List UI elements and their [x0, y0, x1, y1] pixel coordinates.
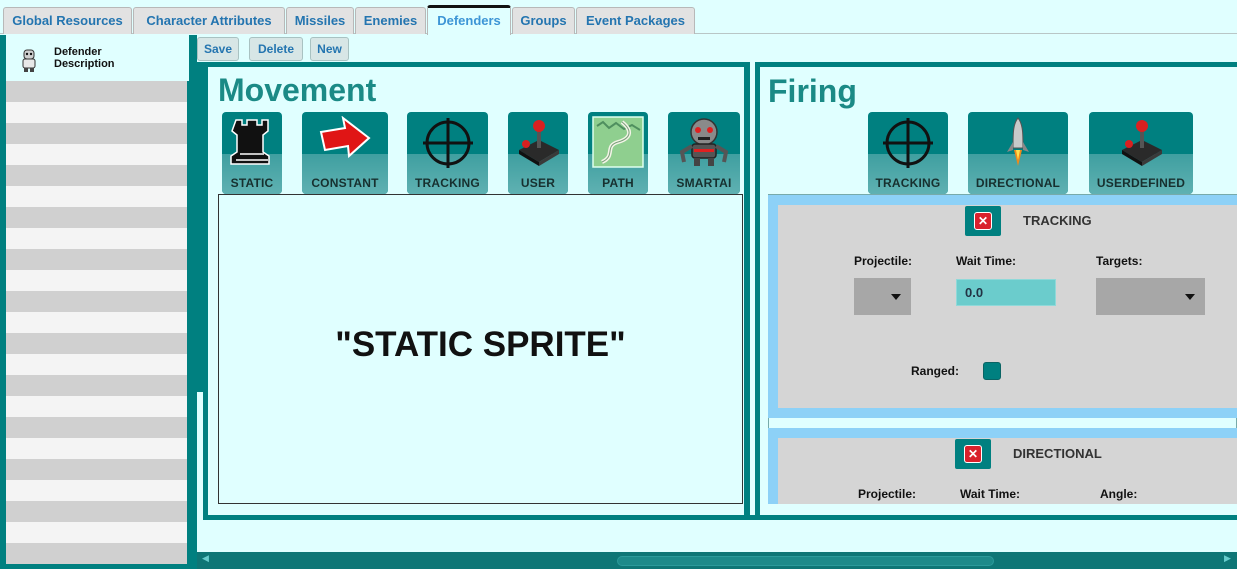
firing-title: Firing: [768, 73, 857, 109]
movement-tracking-button[interactable]: TRACKING: [407, 112, 488, 194]
tracking-remove-button[interactable]: ✕: [965, 206, 1001, 236]
list-item[interactable]: [6, 81, 187, 102]
tab-bar: Global Resources Character Attributes Mi…: [0, 0, 1237, 35]
list-item[interactable]: [6, 123, 187, 144]
tracking-projectile-dropdown[interactable]: [854, 278, 911, 315]
defender-list[interactable]: [6, 81, 187, 567]
directional-angle-label: Angle:: [1100, 487, 1138, 501]
tab-defenders[interactable]: Defenders: [427, 5, 511, 35]
tab-enemies[interactable]: Enemies: [355, 7, 426, 34]
close-icon: ✕: [974, 212, 992, 230]
movement-constant-button[interactable]: CONSTANT: [302, 112, 388, 194]
list-item[interactable]: [6, 102, 187, 123]
scroll-right-icon[interactable]: ▶: [1224, 553, 1231, 564]
list-item[interactable]: [6, 438, 187, 459]
tracking-projectile-label: Projectile:: [854, 254, 913, 268]
chevron-down-icon: [1185, 294, 1195, 300]
tracking-ranged-checkbox[interactable]: [983, 362, 1001, 380]
sidebar-header: Defender Description: [6, 35, 189, 81]
list-item[interactable]: [6, 417, 187, 438]
list-item[interactable]: [6, 543, 187, 564]
tracking-targets-dropdown[interactable]: [1096, 278, 1205, 315]
arrow-icon: [319, 116, 371, 159]
defender-sidebar: Defender Description: [0, 35, 197, 569]
crosshair-icon: [883, 118, 933, 168]
movement-smartai-label: SMARTAI: [676, 176, 732, 190]
movement-path-label: PATH: [602, 176, 634, 190]
list-item[interactable]: [6, 522, 187, 543]
tracking-wait-label: Wait Time:: [956, 254, 1017, 268]
list-item[interactable]: [6, 207, 187, 228]
robot-icon: [679, 118, 729, 166]
firing-directional-label: DIRECTIONAL: [975, 176, 1061, 190]
firing-userdefined-button[interactable]: USERDEFINED: [1089, 112, 1193, 194]
tracking-card-title: TRACKING: [1023, 213, 1092, 228]
tracking-wait-field[interactable]: 0.0: [956, 279, 1056, 306]
list-item[interactable]: [6, 480, 187, 501]
firing-tracking-label: TRACKING: [875, 176, 941, 190]
firing-directional-button[interactable]: DIRECTIONAL: [968, 112, 1068, 194]
list-item[interactable]: [6, 291, 187, 312]
tracking-targets-label: Targets:: [1096, 254, 1143, 268]
scroll-left-icon[interactable]: ◀: [202, 553, 209, 564]
tab-groups[interactable]: Groups: [512, 7, 575, 34]
directional-card-title: DIRECTIONAL: [1013, 446, 1102, 461]
tab-event-packages[interactable]: Event Packages: [576, 7, 695, 34]
scrollbar-thumb[interactable]: [617, 556, 994, 566]
delete-button[interactable]: Delete: [249, 37, 303, 61]
directional-projectile-label: Projectile:: [858, 487, 917, 501]
movement-smartai-button[interactable]: SMARTAI: [668, 112, 740, 194]
chevron-down-icon: [891, 294, 901, 300]
directional-remove-button[interactable]: ✕: [955, 439, 991, 469]
sidebar-header-text: Defender Description: [54, 46, 115, 70]
list-item[interactable]: [6, 144, 187, 165]
movement-user-label: USER: [520, 176, 556, 190]
rocket-icon: [1007, 117, 1029, 166]
movement-preview-text: "STATIC SPRITE": [335, 325, 626, 364]
movement-tracking-label: TRACKING: [415, 176, 480, 190]
list-item[interactable]: [6, 354, 187, 375]
save-button[interactable]: Save: [197, 37, 239, 61]
defender-editor-window: Global Resources Character Attributes Mi…: [0, 0, 1237, 569]
list-item[interactable]: [6, 501, 187, 522]
movement-constant-label: CONSTANT: [311, 176, 379, 190]
movement-preview-area: "STATIC SPRITE": [218, 194, 743, 504]
path-map-icon: [592, 116, 644, 168]
movement-static-label: STATIC: [230, 176, 274, 190]
joystick-icon: [519, 120, 559, 166]
list-item[interactable]: [6, 333, 187, 354]
list-item[interactable]: [6, 249, 187, 270]
list-item[interactable]: [6, 165, 187, 186]
crosshair-icon: [422, 118, 473, 168]
sidebar-header-line1: Defender: [54, 46, 102, 58]
directional-wait-label: Wait Time:: [960, 487, 1021, 501]
list-item[interactable]: [6, 228, 187, 249]
tab-character-attributes[interactable]: Character Attributes: [133, 7, 285, 34]
list-item[interactable]: [6, 375, 187, 396]
new-button[interactable]: New: [310, 37, 349, 61]
tracking-ranged-label: Ranged:: [911, 364, 959, 378]
panel-bottom-border: [203, 515, 1237, 520]
tab-missiles[interactable]: Missiles: [286, 7, 354, 34]
list-item[interactable]: [6, 270, 187, 291]
movement-path-button[interactable]: PATH: [588, 112, 648, 194]
firing-tracking-button[interactable]: TRACKING: [868, 112, 948, 194]
list-item[interactable]: [6, 459, 187, 480]
defender-avatar-icon: [22, 49, 36, 72]
movement-user-button[interactable]: USER: [508, 112, 568, 194]
firing-userdefined-label: USERDEFINED: [1096, 176, 1186, 190]
close-icon: ✕: [964, 445, 982, 463]
rook-icon: [230, 119, 270, 165]
sidebar-header-line2: Description: [54, 58, 115, 70]
list-item[interactable]: [6, 396, 187, 417]
tab-global-resources[interactable]: Global Resources: [3, 7, 132, 34]
list-item[interactable]: [6, 312, 187, 333]
movement-static-button[interactable]: STATIC: [222, 112, 282, 194]
movement-title: Movement: [218, 72, 377, 108]
joystick-icon: [1122, 120, 1162, 166]
list-item[interactable]: [6, 186, 187, 207]
